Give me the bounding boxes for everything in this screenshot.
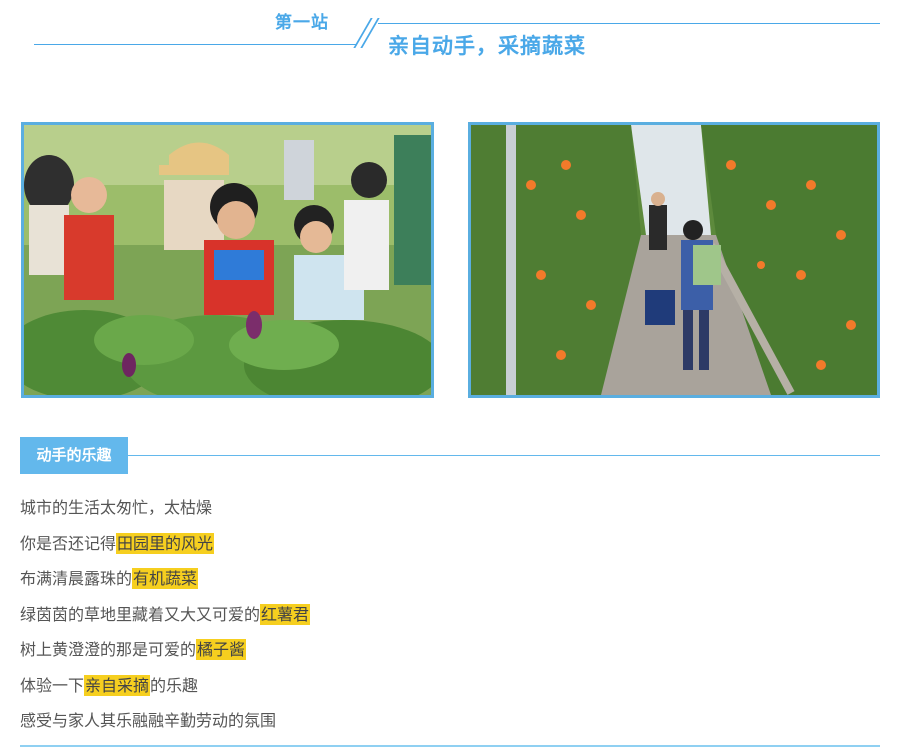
poem-line-6-text: 体验一下 [20, 675, 85, 695]
poem-line-5-text: 树上黄澄澄的那是可爱的 [20, 640, 197, 659]
greenhouse-walkway-photo [468, 122, 880, 398]
poem-line-6: 体验一下亲自采摘的乐趣 [20, 673, 880, 709]
poem-line-6-tail: 的乐趣 [150, 675, 199, 695]
poem-line-3: 布满清晨露珠的有机蔬菜 [20, 566, 880, 602]
poem-line-4: 绿茵茵的草地里藏着又大又可爱的红薯君 [20, 602, 880, 638]
poem-line-7: 感受与家人其乐融融辛勤劳动的氛围 [20, 708, 880, 744]
section-tag: 动手的乐趣 [20, 437, 128, 474]
header-rule-left [34, 44, 356, 45]
station-title: 亲自动手，采摘蔬菜 [388, 34, 586, 58]
station-label: 第一站 [275, 13, 329, 33]
poem-highlight: 亲自采摘 [84, 674, 151, 696]
poem-line-3-text: 布满清晨露珠的 [20, 569, 133, 588]
poem-line-2: 你是否还记得田园里的风光 [20, 531, 880, 567]
poem-line-1: 城市的生活太匆忙，太枯燥 [20, 495, 880, 531]
poem-line-2-text: 你是否还记得 [20, 533, 117, 553]
poem-highlight: 田园里的风光 [116, 532, 215, 554]
poem-text: 城市的生活太匆忙，太枯燥 你是否还记得田园里的风光 布满清晨露珠的有机蔬菜 绿茵… [20, 495, 880, 744]
bottom-rule [20, 745, 880, 747]
poem-line-1-text: 城市的生活太匆忙，太枯燥 [20, 498, 213, 517]
header-rule-right [378, 23, 880, 24]
poem-highlight: 橘子酱 [196, 639, 247, 660]
poem-line-7-text: 感受与家人其乐融融辛勤劳动的氛围 [20, 711, 277, 730]
poem-line-4-text: 绿茵茵的草地里藏着又大又可爱的 [20, 604, 261, 624]
poem-highlight: 红薯君 [260, 603, 311, 625]
section-rule [128, 455, 880, 456]
poem-highlight: 有机蔬菜 [132, 568, 199, 589]
poem-line-5: 树上黄澄澄的那是可爱的橘子酱 [20, 637, 880, 673]
children-picking-vegetables-photo [21, 122, 434, 398]
